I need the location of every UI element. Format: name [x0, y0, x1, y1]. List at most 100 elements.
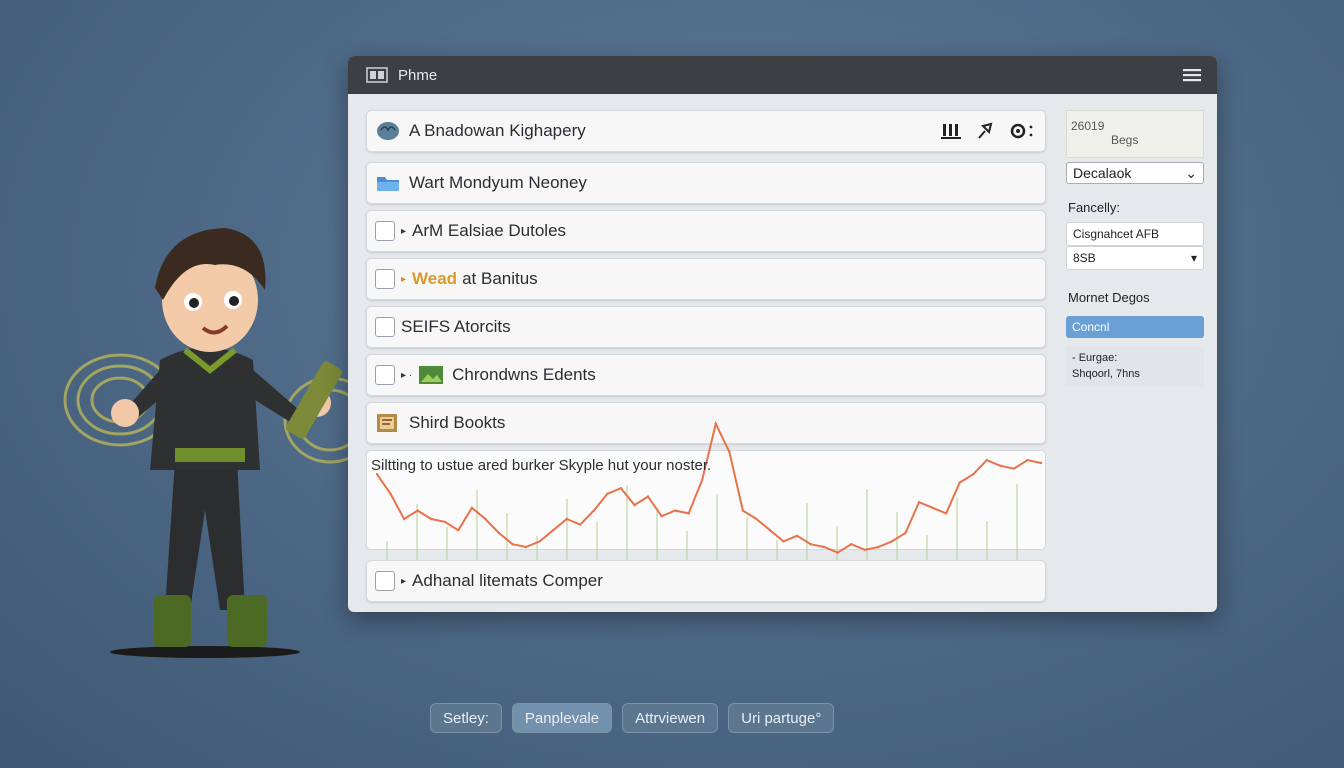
- list-item[interactable]: ▸ ArM Ealsiae Dutoles: [366, 210, 1046, 252]
- data-point: [484, 517, 487, 521]
- bottom-toolbar: Setley: Panplevale Attrviewen Uri partug…: [430, 703, 835, 733]
- data-point: [958, 481, 961, 484]
- data-point: [660, 515, 663, 518]
- list-item-label: Chrondwns Edents: [452, 365, 596, 384]
- primary-button[interactable]: Concnl: [1066, 316, 1204, 338]
- data-point: [606, 492, 609, 495]
- data-point: [1039, 461, 1043, 465]
- data-point: [768, 529, 772, 532]
- data-point: [551, 529, 555, 532]
- data-point: [714, 422, 717, 425]
- data-point: [917, 501, 921, 504]
- data-point: [809, 543, 812, 546]
- data-point: [999, 464, 1002, 467]
- date-box: 26019 Begs: [1066, 110, 1204, 158]
- checkbox[interactable]: [375, 221, 395, 241]
- chevron-down-icon: ⌄: [1185, 164, 1197, 181]
- field-1[interactable]: Cisgnahcet AFB: [1066, 222, 1204, 246]
- list-item-label: SEIFS Atorcits: [401, 317, 511, 336]
- chart-panel: Siltting to ustue ared burker Skyple hut…: [366, 420, 1046, 561]
- data-point: [673, 509, 677, 512]
- note-line-2: Shqoorl, 7hns: [1072, 368, 1140, 380]
- list-item-label: at Banitus: [462, 269, 538, 288]
- expand-arrow-icon[interactable]: ▸: [401, 576, 406, 587]
- data-point: [524, 545, 528, 549]
- settings-icon[interactable]: [1009, 122, 1035, 140]
- list-item-highlight: Wead: [412, 269, 458, 288]
- field-2-select[interactable]: 8SB ▾: [1066, 246, 1204, 270]
- list-item[interactable]: ▸ Wead at Banitus: [366, 258, 1046, 300]
- expand-arrow-icon[interactable]: ▸ ·: [401, 370, 412, 381]
- list-item[interactable]: A Bnadowan Kighapery: [366, 110, 1046, 152]
- data-point: [416, 509, 419, 512]
- data-point: [538, 540, 541, 543]
- title-bar: Phme: [348, 56, 1217, 94]
- list-item-label: A Bnadowan Kighapery: [409, 121, 586, 140]
- data-point: [863, 548, 867, 551]
- row-toolbar: [941, 122, 1035, 140]
- data-point: [985, 459, 988, 462]
- hamburger-icon[interactable]: [1183, 68, 1201, 82]
- list-item[interactable]: ▸ · Chrondwns Edents: [366, 354, 1046, 396]
- list-item[interactable]: Wart Mondyum Neoney: [366, 162, 1046, 204]
- view-select[interactable]: Decalaok ⌄: [1066, 162, 1204, 184]
- bottom-tab[interactable]: Setley:: [430, 703, 502, 733]
- bottom-tab[interactable]: Uri partuge°: [728, 703, 835, 733]
- app-window: Phme A Bnadowan Kighapery Wart Mondyum N…: [348, 56, 1217, 612]
- data-point: [430, 517, 433, 521]
- checkbox[interactable]: [375, 365, 395, 385]
- data-point: [741, 509, 745, 512]
- data-point: [1012, 467, 1016, 470]
- data-point: [755, 517, 758, 521]
- data-point: [890, 540, 894, 543]
- note-line-1: - Eurgae:: [1072, 352, 1118, 364]
- data-point: [782, 540, 785, 543]
- data-point: [687, 512, 690, 515]
- list-item[interactable]: SEIFS Atorcits: [366, 306, 1046, 348]
- app-icon: [366, 67, 388, 83]
- checkbox[interactable]: [375, 571, 395, 591]
- data-point: [470, 506, 474, 509]
- window-title: Phme: [398, 66, 438, 84]
- date-line-2: Begs: [1111, 133, 1139, 147]
- field-2-value: 8SB: [1073, 251, 1096, 265]
- expand-arrow-icon[interactable]: ▸: [401, 226, 406, 237]
- list-item-label: ArM Ealsiae Dutoles: [412, 221, 567, 240]
- data-point: [565, 517, 568, 521]
- fancelly-label: Fancelly:: [1068, 200, 1121, 215]
- brain-icon: [377, 122, 399, 140]
- data-point: [972, 473, 975, 476]
- data-point: [822, 545, 826, 549]
- data-point: [402, 517, 406, 521]
- data-point: [836, 551, 839, 554]
- data-point: [701, 478, 704, 481]
- data-point: [389, 492, 392, 495]
- data-point: [931, 506, 934, 509]
- checkbox[interactable]: [375, 317, 395, 337]
- data-point: [579, 523, 582, 526]
- chart-caption: Siltting to ustue ared burker Skyple hut…: [371, 457, 712, 474]
- list-item[interactable]: ▸ Adhanal litemats Comper: [366, 560, 1046, 602]
- data-point: [511, 543, 514, 546]
- data-point: [1026, 459, 1029, 462]
- data-point: [457, 529, 460, 532]
- expand-arrow-icon[interactable]: ▸: [401, 274, 406, 285]
- date-line-1: 26019: [1071, 119, 1105, 133]
- list-item-label: Wart Mondyum Neoney: [409, 173, 587, 192]
- data-point: [592, 509, 596, 512]
- data-point: [646, 495, 650, 498]
- columns-icon[interactable]: [941, 122, 961, 140]
- data-point: [850, 543, 853, 546]
- bottom-tab[interactable]: Attrviewen: [622, 703, 719, 733]
- folder-icon: [377, 177, 399, 191]
- data-point: [633, 503, 636, 507]
- image-icon: [419, 366, 444, 384]
- checkbox[interactable]: [375, 269, 395, 289]
- chevron-down-icon: ▾: [1190, 251, 1197, 265]
- line-chart: [375, 420, 1043, 561]
- pin-icon[interactable]: [975, 122, 995, 140]
- note-box: - Eurgae: Shqoorl, 7hns: [1066, 346, 1204, 386]
- view-select-value: Decalaok: [1073, 165, 1132, 181]
- data-point: [795, 534, 799, 537]
- bottom-tab-active[interactable]: Panplevale: [511, 703, 613, 733]
